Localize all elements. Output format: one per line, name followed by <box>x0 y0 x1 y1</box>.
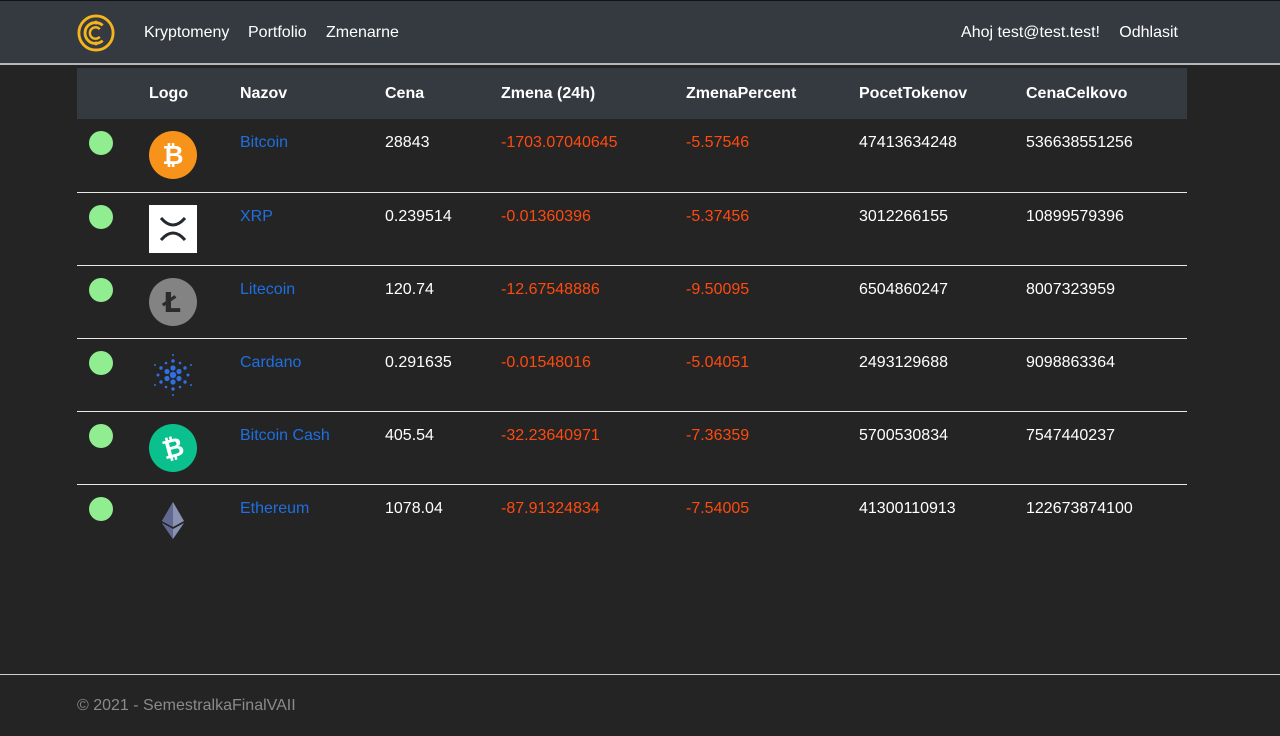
table-row: XRP 0.239514 -0.01360396 -5.37456 301226… <box>77 192 1187 265</box>
coin-change-percent: -7.54005 <box>686 499 750 517</box>
coin-change: -87.91324834 <box>501 499 600 517</box>
user-greeting: Ahoj test@test.test! <box>961 24 1100 41</box>
table-row: ₿ Bitcoin Cash 405.54 -32.23640971 -7.36… <box>77 411 1187 484</box>
coin-change: -1703.07040645 <box>501 134 618 151</box>
coin-change: -32.23640971 <box>501 426 600 444</box>
header-pocet-tokenov: PocetTokenov <box>859 84 968 102</box>
logout-link[interactable]: Odhlasit <box>1119 24 1178 42</box>
coin-tokens: 41300110913 <box>859 499 956 517</box>
bitcoin-logo-icon: ₿ <box>149 131 197 179</box>
status-indicator <box>89 423 113 448</box>
coin-name-link[interactable]: XRP <box>240 208 273 225</box>
coin-change-percent: -5.37456 <box>686 207 750 225</box>
header-zmena: Zmena (24h) <box>501 84 596 102</box>
coin-change-percent: -5.04051 <box>686 353 750 371</box>
coin-total: 8007323959 <box>1026 280 1115 298</box>
header-cena: Cena <box>385 84 425 102</box>
ethereum-logo-icon <box>162 501 184 539</box>
coin-price: 0.291635 <box>385 353 452 371</box>
status-indicator <box>89 204 113 229</box>
cardano-logo-icon <box>154 353 192 396</box>
table-row: Cardano 0.291635 -0.01548016 -5.04051 24… <box>77 338 1187 411</box>
footer: © 2021 - SemestralkaFinalVAII <box>0 674 1280 736</box>
status-indicator <box>89 496 113 521</box>
navbar: Kryptomeny Portfolio Zmenarne Ahoj test@… <box>0 0 1280 65</box>
coin-name-link[interactable]: Bitcoin Cash <box>240 427 330 444</box>
coin-change-percent: -7.36359 <box>686 426 750 444</box>
coin-price: 405.54 <box>385 426 434 444</box>
header-status <box>77 68 149 119</box>
coin-name-link[interactable]: Ethereum <box>240 500 309 517</box>
coin-change-percent: -5.57546 <box>686 134 750 151</box>
coin-name-link[interactable]: Cardano <box>240 354 301 371</box>
coin-price: 120.74 <box>385 280 434 298</box>
coin-total: 536638551256 <box>1026 134 1133 151</box>
crypto-table: Logo Nazov Cena Zmena (24h) ZmenaPercent… <box>77 68 1187 557</box>
status-indicator <box>89 350 113 375</box>
litecoin-logo-icon: Ł <box>149 277 197 326</box>
coin-total: 9098863364 <box>1026 353 1115 371</box>
coin-tokens: 47413634248 <box>859 134 957 151</box>
coin-tokens: 5700530834 <box>859 426 948 444</box>
nav-link-kryptomeny[interactable]: Kryptomeny <box>144 24 229 42</box>
xrp-logo-icon <box>149 204 197 253</box>
table-row: Ethereum 1078.04 -87.91324834 -7.54005 4… <box>77 484 1187 557</box>
nav-link-portfolio[interactable]: Portfolio <box>248 24 307 42</box>
status-indicator <box>89 131 113 155</box>
coin-price: 0.239514 <box>385 207 452 225</box>
coin-name-link[interactable]: Bitcoin <box>240 134 288 151</box>
coin-change: -0.01360396 <box>501 207 591 225</box>
table-row: ₿ Bitcoin 28843 -1703.07040645 -5.57546 … <box>77 119 1187 192</box>
coin-change-percent: -9.50095 <box>686 280 750 298</box>
nav-link-zmenarne[interactable]: Zmenarne <box>326 24 399 42</box>
coin-change: -12.67548886 <box>501 280 600 298</box>
table-row: Ł Litecoin 120.74 -12.67548886 -9.50095 … <box>77 265 1187 338</box>
coin-total: 122673874100 <box>1026 499 1133 517</box>
coin-total: 7547440237 <box>1026 426 1115 444</box>
coin-price: 1078.04 <box>385 499 443 517</box>
brand-logo-icon[interactable] <box>77 14 115 52</box>
bitcoin-cash-logo-icon: ₿ <box>149 423 197 472</box>
header-zmena-percent: ZmenaPercent <box>686 84 797 102</box>
status-indicator <box>89 277 113 302</box>
header-logo: Logo <box>149 84 189 102</box>
table-header-row: Logo Nazov Cena Zmena (24h) ZmenaPercent… <box>77 68 1187 119</box>
svg-text:Ł: Ł <box>161 286 181 319</box>
footer-copyright: © 2021 - SemestralkaFinalVAII <box>77 697 296 714</box>
coin-total: 10899579396 <box>1026 207 1124 225</box>
svg-text:₿: ₿ <box>162 141 183 171</box>
coin-price: 28843 <box>385 134 430 151</box>
coin-tokens: 2493129688 <box>859 353 948 371</box>
header-cena-celkovo: CenaCelkovo <box>1026 84 1128 102</box>
coin-tokens: 6504860247 <box>859 280 948 298</box>
coin-name-link[interactable]: Litecoin <box>240 281 295 298</box>
crypto-table-container: Logo Nazov Cena Zmena (24h) ZmenaPercent… <box>77 68 1187 557</box>
header-nazov: Nazov <box>240 84 288 102</box>
coin-change: -0.01548016 <box>501 353 591 371</box>
coin-tokens: 3012266155 <box>859 207 948 225</box>
